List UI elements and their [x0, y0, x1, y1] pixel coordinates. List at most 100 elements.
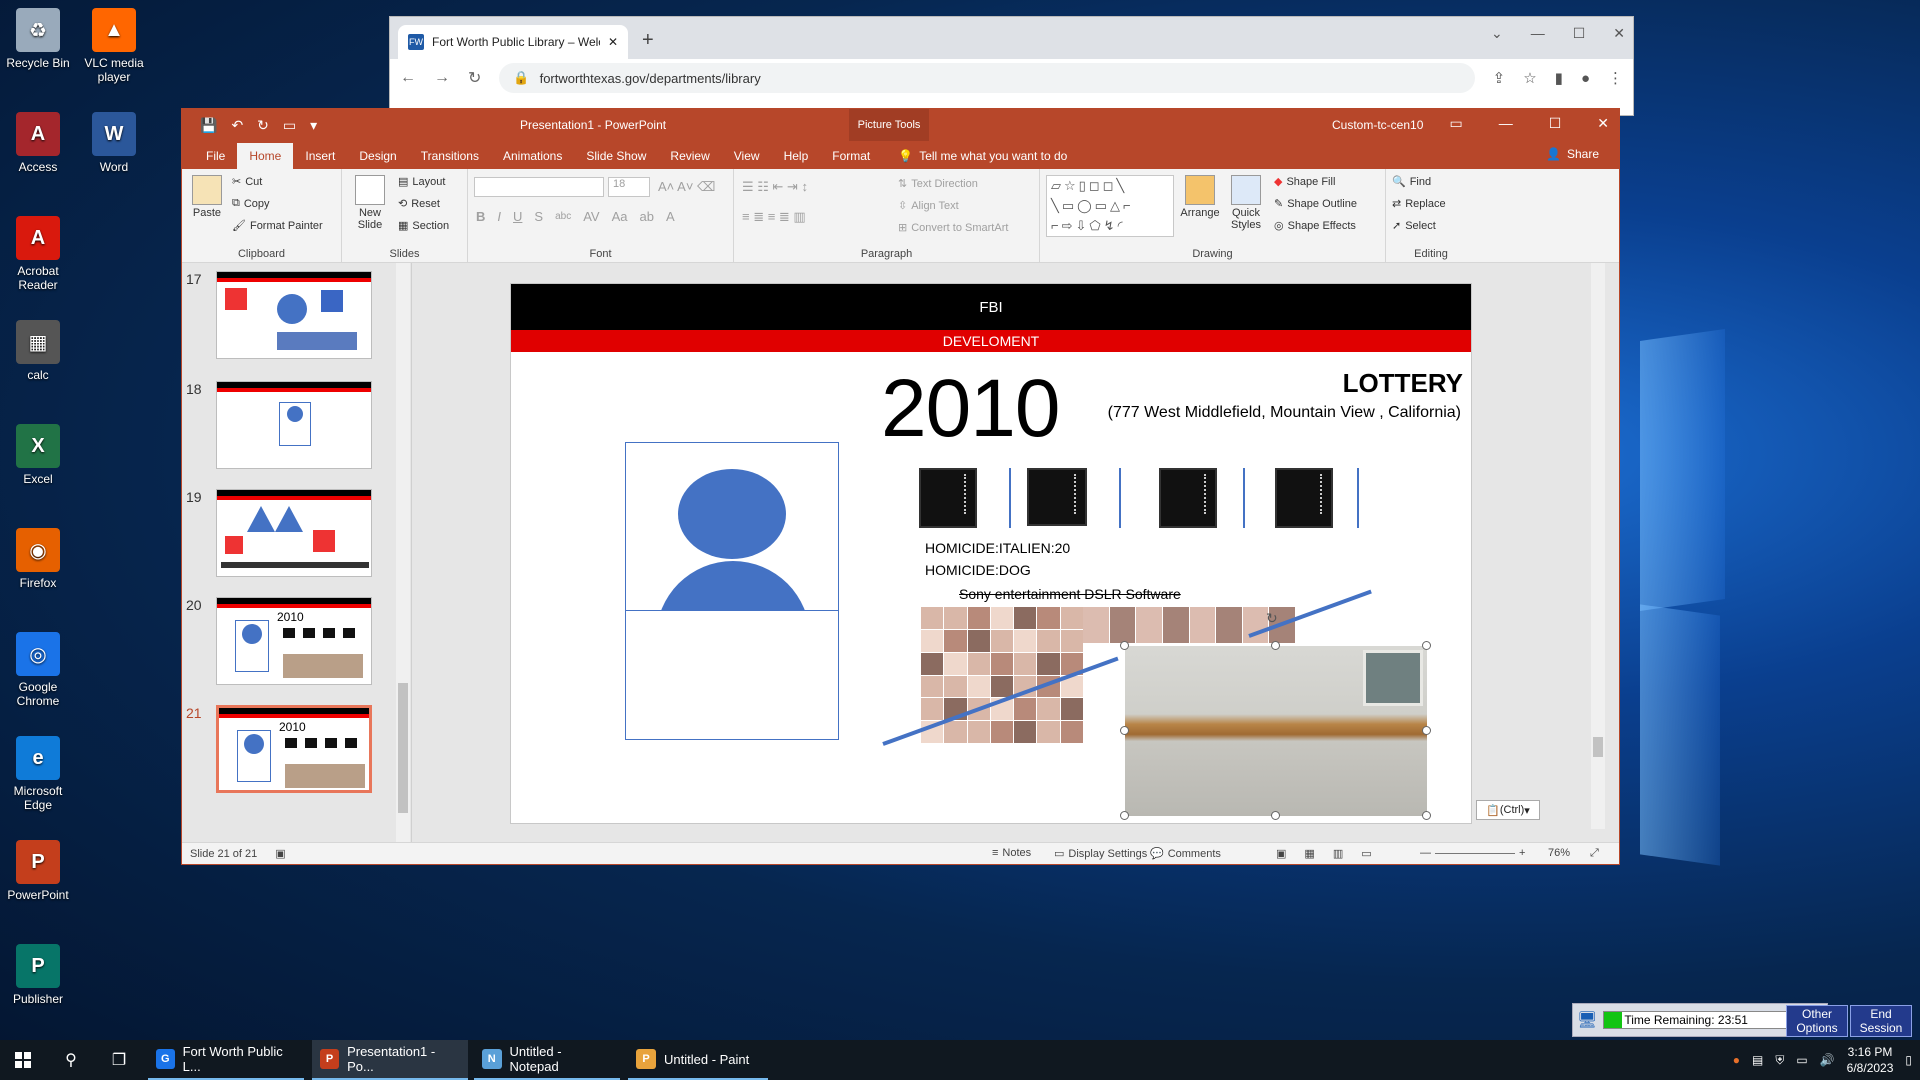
forward-icon[interactable]: →: [434, 69, 450, 87]
thumbnails-scrollbar[interactable]: [396, 263, 410, 843]
notes-button[interactable]: ≡ Notes: [992, 847, 1031, 859]
desktop-icon-excel[interactable]: X Excel: [0, 424, 76, 486]
resize-handle[interactable]: [1120, 641, 1129, 650]
tab-help[interactable]: Help: [772, 143, 821, 169]
phone-image-2[interactable]: [1027, 468, 1087, 526]
homicide-line-2[interactable]: HOMICIDE:DOG: [925, 562, 1031, 578]
shape-effects-button[interactable]: ◎ Shape Effects: [1274, 219, 1356, 233]
shapes-gallery[interactable]: ▱☆▯◻◻╲ ╲▭◯▭△⌐ ⌐⇨⇩⬠↯◜: [1046, 175, 1174, 237]
resize-handle[interactable]: [1271, 811, 1280, 820]
tray-app-icon[interactable]: ●: [1733, 1053, 1740, 1067]
display-settings-button[interactable]: ▭ Display Settings: [1054, 847, 1147, 861]
portrait-placeholder[interactable]: [625, 442, 839, 740]
start-button[interactable]: [0, 1040, 46, 1080]
qat-customize-icon[interactable]: ▾: [310, 117, 317, 134]
end-session-button[interactable]: End Session: [1850, 1005, 1912, 1037]
tab-animations[interactable]: Animations: [491, 143, 574, 169]
slide-editing-area[interactable]: FBI DEVELOMENT 2010 LOTTERY (777 West Mi…: [413, 263, 1607, 843]
redo-icon[interactable]: ↻: [257, 117, 269, 134]
layout-button[interactable]: ▤ Layout: [398, 175, 445, 189]
font-name-input[interactable]: [474, 177, 604, 197]
paste-options-button[interactable]: 📋 (Ctrl) ▾: [1476, 800, 1540, 820]
rotate-handle-icon[interactable]: ↻: [1266, 610, 1278, 627]
thumbnail-slide-20[interactable]: 20 2010: [182, 597, 392, 692]
phone-image-1[interactable]: [919, 468, 977, 528]
address-bar[interactable]: 🔒 fortworthtexas.gov/departments/library: [499, 63, 1475, 93]
desktop-icon-acrobat-reader[interactable]: A Acrobat Reader: [0, 216, 76, 292]
chrome-tab[interactable]: FW Fort Worth Public Library – Welco ✕: [398, 25, 628, 59]
tab-design[interactable]: Design: [347, 143, 408, 169]
share-button[interactable]: 👤 Share: [1546, 147, 1599, 161]
shape-outline-button[interactable]: ✎ Shape Outline: [1274, 197, 1357, 211]
slide-thumbnails-pane[interactable]: 17 18 19 20 2010 21 2010: [182, 263, 412, 843]
back-icon[interactable]: ←: [400, 69, 416, 87]
font-size-input[interactable]: 18: [608, 177, 650, 197]
maximize-button[interactable]: ☐: [1549, 115, 1562, 132]
share-icon[interactable]: ⇪: [1493, 69, 1506, 87]
normal-view-icon[interactable]: ▣: [1276, 847, 1286, 860]
struck-text[interactable]: Sony entertainment DSLR Software: [959, 586, 1181, 602]
taskbar-app[interactable]: P Untitled - Paint: [628, 1040, 768, 1080]
ribbon-display-icon[interactable]: ▭: [1449, 115, 1462, 132]
slide-address-text[interactable]: (777 West Middlefield, Mountain View , C…: [1108, 404, 1461, 422]
tray-vm-icon[interactable]: ▤: [1752, 1053, 1763, 1067]
chevron-down-icon[interactable]: ⌄: [1491, 25, 1503, 42]
sidepanel-icon[interactable]: ▮: [1555, 69, 1563, 87]
format-painter-button[interactable]: 🖌 Format Painter: [232, 219, 323, 233]
font-size-buttons[interactable]: A˄ A˅ ⌫: [658, 179, 715, 195]
resize-handle[interactable]: [1422, 811, 1431, 820]
selected-picture[interactable]: [1125, 646, 1427, 816]
taskbar-app[interactable]: N Untitled - Notepad: [474, 1040, 620, 1080]
resize-handle[interactable]: [1422, 726, 1431, 735]
account-name[interactable]: Custom-tc-cen10: [1332, 118, 1423, 132]
new-tab-button[interactable]: +: [642, 29, 654, 52]
sorter-view-icon[interactable]: ▦: [1304, 847, 1314, 860]
tab-slide-show[interactable]: Slide Show: [574, 143, 658, 169]
zoom-level[interactable]: 76%: [1548, 847, 1570, 859]
tab-review[interactable]: Review: [658, 143, 721, 169]
tab-view[interactable]: View: [722, 143, 772, 169]
close-button[interactable]: ✕: [1613, 25, 1625, 42]
desktop-icon-publisher[interactable]: P Publisher: [0, 944, 76, 1006]
slide-subheader-bar[interactable]: DEVELOMENT: [511, 330, 1471, 352]
menu-icon[interactable]: ⋮: [1608, 69, 1623, 87]
fit-slide-icon[interactable]: ⤢: [1590, 847, 1599, 860]
comments-button[interactable]: 💬 Comments: [1150, 847, 1221, 861]
thumbnail-slide-19[interactable]: 19: [182, 489, 392, 584]
homicide-line-1[interactable]: HOMICIDE:ITALIEN:20: [925, 540, 1070, 556]
desktop-icon-access[interactable]: A Access: [0, 112, 76, 174]
reload-icon[interactable]: ↻: [468, 68, 481, 88]
close-tab-icon[interactable]: ✕: [608, 35, 618, 49]
replace-button[interactable]: ⇄ Replace: [1392, 197, 1446, 211]
tab-insert[interactable]: Insert: [293, 143, 347, 169]
list-buttons[interactable]: ☰ ☷ ⇤ ⇥ ↕: [742, 179, 808, 195]
tell-me-search[interactable]: 💡 Tell me what you want to do: [898, 143, 1067, 169]
slideshow-view-icon[interactable]: ▭: [1361, 847, 1371, 860]
convert-smartart-button[interactable]: ⊞ Convert to SmartArt: [898, 221, 1008, 235]
slide-year-text[interactable]: 2010: [881, 362, 1060, 456]
thumbnail-slide-18[interactable]: 18: [182, 381, 392, 476]
clock[interactable]: 3:16 PM 6/8/2023: [1847, 1044, 1894, 1076]
thumbnail-slide-21[interactable]: 21 2010: [182, 705, 392, 800]
accessibility-icon[interactable]: ▣: [275, 847, 285, 860]
slide-header-bar[interactable]: FBI: [511, 284, 1471, 330]
other-options-button[interactable]: Other Options: [1786, 1005, 1848, 1037]
slide-scrollbar[interactable]: [1591, 263, 1605, 829]
thumbnail-slide-17[interactable]: 17: [182, 271, 392, 366]
present-icon[interactable]: ▭: [283, 117, 296, 134]
tab-home[interactable]: Home: [237, 143, 294, 169]
resize-handle[interactable]: [1120, 726, 1129, 735]
select-button[interactable]: ➚ Select: [1392, 219, 1436, 233]
close-button[interactable]: ✕: [1597, 115, 1609, 132]
align-text-button[interactable]: ⇳ Align Text: [898, 199, 959, 213]
taskbar-app[interactable]: G Fort Worth Public L...: [148, 1040, 304, 1080]
find-button[interactable]: 🔍 Find: [1392, 175, 1431, 189]
save-icon[interactable]: 💾: [200, 117, 217, 134]
profile-icon[interactable]: ●: [1581, 70, 1590, 87]
maximize-button[interactable]: ☐: [1573, 25, 1586, 42]
task-view-icon[interactable]: ❐: [96, 1040, 142, 1080]
undo-icon[interactable]: ↶: [231, 117, 243, 134]
paste-button[interactable]: Paste: [190, 175, 224, 219]
resize-handle[interactable]: [1120, 811, 1129, 820]
cut-button[interactable]: ✂ Cut: [232, 175, 262, 189]
